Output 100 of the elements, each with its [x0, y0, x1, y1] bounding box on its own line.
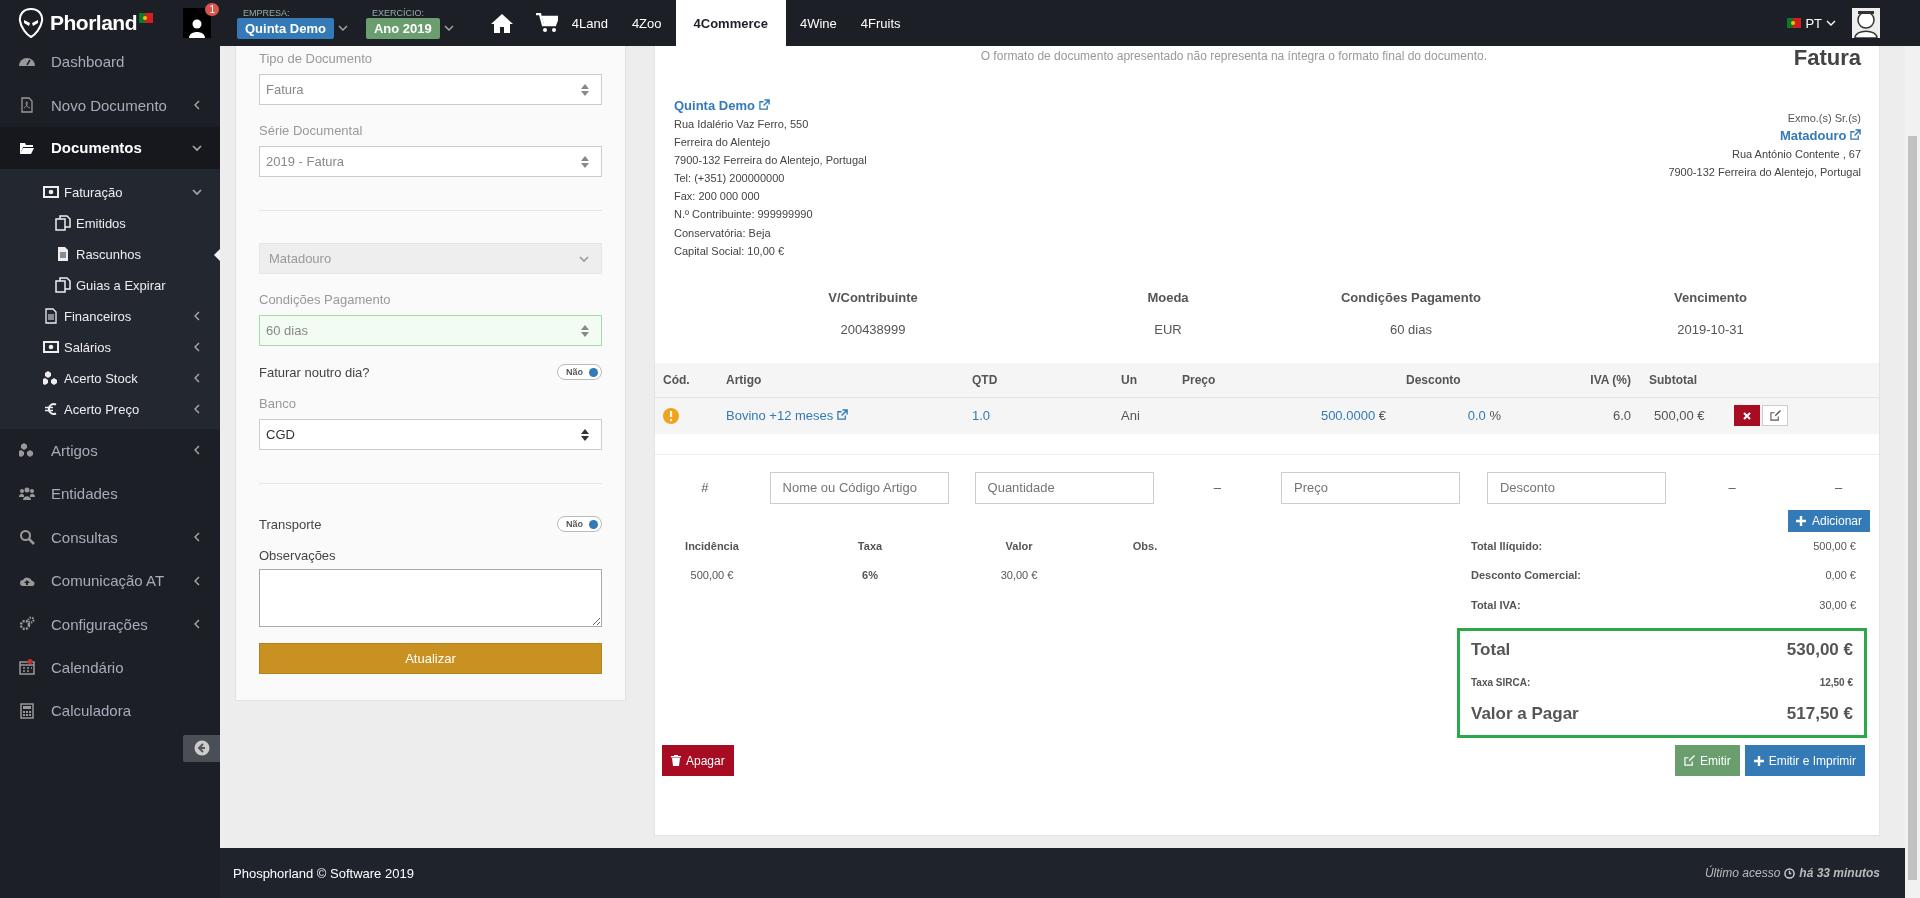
sidebar-item[interactable]: Calculadora: [0, 689, 220, 733]
trash-icon: [671, 755, 681, 767]
percent-text: %: [1489, 408, 1501, 424]
scrollbar[interactable]: [1905, 46, 1920, 898]
plus-icon: [1753, 755, 1764, 766]
article-link[interactable]: Bovino +12 meses: [726, 408, 848, 424]
external-link-icon: [758, 99, 770, 110]
field-label: Faturar noutro dia?: [259, 364, 370, 380]
delete-row-button[interactable]: [1734, 405, 1760, 427]
tax-column-header: Valor: [1005, 539, 1033, 552]
sidebar-item[interactable]: Emitidos: [0, 207, 220, 239]
field-label: Banco: [259, 396, 297, 411]
discount-value[interactable]: 0.0: [1467, 408, 1486, 424]
select-arrows-icon: [581, 428, 589, 441]
sidebar-item[interactable]: Faturação: [0, 176, 220, 208]
total-label: Desconto Comercial:: [1471, 569, 1582, 584]
logo-text[interactable]: Phorland: [50, 11, 137, 35]
external-link-icon: [1850, 129, 1861, 140]
info-heading: V/Contribuinte: [828, 289, 918, 305]
nav-tab[interactable]: 4Zoo: [621, 0, 672, 46]
add-button[interactable]: Adicionar: [1787, 509, 1870, 532]
select-field[interactable]: 2019 - Fatura: [259, 146, 602, 177]
sidebar-item[interactable]: Entidades: [0, 472, 220, 516]
sidebar-item[interactable]: Comunicação AT: [0, 558, 220, 603]
select-field[interactable]: Fatura: [259, 74, 602, 105]
info-heading: Condições Pagamento: [1340, 289, 1482, 305]
line-text: –: [1835, 480, 1843, 496]
sidebar-item[interactable]: Consultas: [0, 515, 220, 559]
delete-button[interactable]: Apagar: [662, 745, 734, 777]
info-heading: Moeda: [1147, 289, 1189, 305]
nav-tab[interactable]: 4Commerce: [675, 0, 786, 46]
price-value[interactable]: 500.0000: [1320, 408, 1376, 424]
sidebar-item[interactable]: Acerto Stock: [0, 362, 220, 394]
user-button[interactable]: [183, 8, 211, 38]
select-arrows-icon: [581, 155, 589, 168]
total-value: 30,00 €: [1819, 598, 1856, 613]
nav-tab[interactable]: 4Fruits: [850, 0, 911, 46]
address-line: N.º Contribuinte: 999999990: [674, 207, 814, 223]
sidebar-item[interactable]: Guias a Expirar: [0, 269, 220, 301]
currency-text: €: [1378, 408, 1386, 424]
sidebar-item[interactable]: Artigos: [0, 428, 220, 473]
chevron-left-icon: [192, 445, 202, 456]
chevron-down-icon: [579, 253, 589, 264]
summary-value: 530,00 €: [1786, 640, 1853, 661]
summary-label: Valor a Pagar: [1471, 704, 1579, 725]
scrollbar-thumb[interactable]: [1908, 136, 1917, 880]
issuer-link[interactable]: Quinta Demo: [674, 97, 867, 115]
copy-icon: [55, 277, 71, 294]
edit-row-button[interactable]: [1762, 405, 1788, 427]
toggle-switch[interactable]: Não: [557, 364, 602, 380]
address-line: Conservatória: Beja: [674, 225, 772, 241]
input-field[interactable]: Desconto: [1486, 471, 1666, 504]
select-field[interactable]: CGD: [259, 419, 602, 450]
input-field[interactable]: Quantidade: [974, 471, 1154, 504]
info-value: 200438999: [840, 321, 906, 337]
recipient-link[interactable]: Matadouro: [1779, 127, 1861, 145]
language-selector[interactable]: PT: [1787, 15, 1836, 31]
select-arrows-icon: [581, 83, 589, 96]
sidebar-item[interactable]: Calendário: [0, 645, 220, 690]
company-selector[interactable]: Quinta Demo: [237, 17, 334, 39]
cart-icon[interactable]: [535, 13, 558, 33]
toggle-switch[interactable]: Não: [557, 516, 602, 532]
nav-tab[interactable]: 4Wine: [789, 0, 847, 46]
caret-icon: [337, 24, 348, 32]
boxes-icon: [43, 370, 59, 387]
alien-head-icon: [18, 8, 44, 38]
document-icon: [55, 246, 71, 263]
input-field[interactable]: Nome ou Código Artigo: [769, 471, 949, 504]
sidebar-item[interactable]: Documentos: [0, 126, 220, 169]
sidebar-item[interactable]: Novo Documento: [0, 83, 220, 127]
avatar-icon[interactable]: [1852, 8, 1880, 38]
collapse-sidebar-button[interactable]: [183, 734, 220, 762]
caret-icon: [1826, 19, 1836, 27]
nav-tab[interactable]: 4Land: [561, 0, 618, 46]
field-label: Série Documental: [259, 123, 364, 138]
sidebar-item[interactable]: Salários: [0, 331, 220, 363]
total-label: Total Ilíquido:: [1471, 539, 1543, 554]
notes-field[interactable]: [259, 569, 602, 627]
sidebar-item[interactable]: Rascunhos: [0, 238, 220, 270]
document-icon: [43, 308, 59, 325]
sidebar-item[interactable]: Configurações: [0, 602, 220, 646]
quantity-value[interactable]: 1.0: [972, 408, 991, 424]
home-icon[interactable]: [489, 13, 514, 33]
chevron-left-icon: [192, 342, 202, 353]
users-icon: [19, 485, 35, 502]
issue-print-button[interactable]: Emitir e Imprimir: [1744, 745, 1865, 777]
salutation-text: Exmo.(s) Sr.(s): [1787, 111, 1861, 126]
address-line: 7900-132 Ferreira do Alentejo, Portugal: [674, 153, 867, 169]
sidebar-item[interactable]: Dashboard: [0, 46, 220, 84]
total-value: 500,00 €: [1813, 539, 1856, 554]
sidebar-item[interactable]: Acerto Preço: [0, 393, 220, 425]
tax-column-header: Incidência: [685, 539, 739, 552]
money-icon: [43, 339, 59, 356]
sidebar-item[interactable]: Financeiros: [0, 300, 220, 332]
chevron-down-icon: [192, 142, 202, 153]
input-field[interactable]: Preço: [1280, 471, 1460, 504]
chevron-left-icon: [192, 311, 202, 322]
field-label: Tipo de Documento: [259, 51, 373, 66]
select-field[interactable]: 60 dias: [259, 315, 602, 346]
field-label: Observações: [259, 548, 337, 563]
